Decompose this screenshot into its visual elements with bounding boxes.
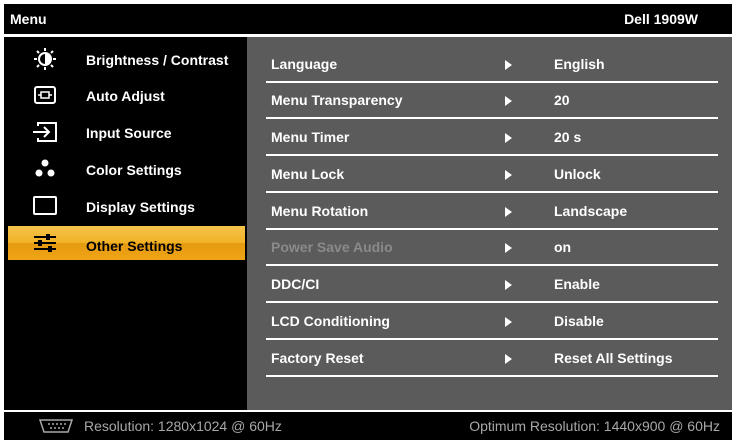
setting-value: Enable [554, 276, 600, 292]
setting-row-lcd-conditioning[interactable]: LCD Conditioning Disable [266, 304, 718, 340]
setting-name: Language [271, 56, 338, 72]
arrow-right-icon [505, 96, 512, 106]
optimum-resolution: Optimum Resolution: 1440x900 @ 60Hz [469, 418, 720, 434]
sidebar-item-auto-adjust[interactable]: Auto Adjust [4, 78, 247, 112]
setting-row-menu-transparency[interactable]: Menu Transparency 20 [266, 83, 718, 119]
other-settings-icon [32, 232, 58, 254]
monitor-osd-screen: Menu Dell 1909W Brightness / Contrast Au… [0, 0, 736, 444]
color-settings-icon [32, 158, 58, 180]
sidebar-item-label: Color Settings [86, 162, 182, 178]
setting-row-factory-reset[interactable]: Factory Reset Reset All Settings [266, 341, 718, 377]
title-bar: Menu Dell 1909W [4, 4, 732, 34]
setting-value: Disable [554, 313, 604, 329]
sidebar-item-label: Auto Adjust [86, 88, 165, 104]
sidebar-item-label: Input Source [86, 125, 172, 141]
setting-row-power-save-audio: Power Save Audio on [266, 230, 718, 266]
arrow-right-icon [505, 317, 512, 327]
arrow-right-icon [505, 280, 512, 290]
sidebar-item-label: Other Settings [86, 238, 183, 254]
status-footer: Resolution: 1280x1024 @ 60Hz Optimum Res… [4, 412, 732, 440]
monitor-model: Dell 1909W [624, 11, 698, 27]
sidebar-item-other-settings[interactable]: Other Settings [8, 226, 245, 260]
sidebar-item-brightness-contrast[interactable]: Brightness / Contrast [4, 42, 247, 76]
setting-name: Menu Transparency [271, 92, 403, 108]
sidebar-item-color-settings[interactable]: Color Settings [4, 152, 247, 186]
sidebar-item-display-settings[interactable]: Display Settings [4, 189, 247, 223]
arrow-right-icon [505, 60, 512, 70]
setting-value: on [554, 239, 572, 255]
setting-name: LCD Conditioning [271, 313, 390, 329]
sidebar-item-label: Brightness / Contrast [86, 52, 229, 68]
arrow-right-icon [505, 207, 512, 217]
setting-name: Menu Rotation [271, 203, 369, 219]
display-settings-icon [32, 195, 58, 217]
setting-value: Unlock [554, 166, 601, 182]
arrow-right-icon [505, 170, 512, 180]
vga-icon [38, 418, 74, 434]
setting-value: 20 s [554, 129, 582, 145]
settings-panel: Language English Menu Transparency 20 Me… [247, 37, 732, 410]
osd-menu: Menu Dell 1909W Brightness / Contrast Au… [4, 4, 732, 440]
setting-row-menu-lock[interactable]: Menu Lock Unlock [266, 157, 718, 193]
setting-name: DDC/CI [271, 276, 320, 292]
setting-value: Landscape [554, 203, 628, 219]
sidebar-item-label: Display Settings [86, 199, 195, 215]
brightness-icon [32, 48, 58, 70]
setting-row-language[interactable]: Language English [266, 47, 718, 83]
setting-name: Power Save Audio [271, 239, 393, 255]
setting-value: Reset All Settings [554, 350, 673, 366]
setting-name: Menu Timer [271, 129, 350, 145]
current-resolution: Resolution: 1280x1024 @ 60Hz [84, 418, 282, 434]
setting-name: Menu Lock [271, 166, 345, 182]
setting-name: Factory Reset [271, 350, 364, 366]
input-source-icon [32, 121, 58, 143]
menu-title: Menu [10, 11, 47, 27]
setting-row-ddc-ci[interactable]: DDC/CI Enable [266, 267, 718, 303]
arrow-right-icon [505, 243, 512, 253]
arrow-right-icon [505, 354, 512, 364]
sidebar-item-input-source[interactable]: Input Source [4, 115, 247, 149]
setting-row-menu-rotation[interactable]: Menu Rotation Landscape [266, 194, 718, 230]
sidebar: Brightness / Contrast Auto Adjust Input … [4, 37, 247, 410]
setting-row-menu-timer[interactable]: Menu Timer 20 s [266, 120, 718, 156]
setting-value: English [554, 56, 605, 72]
arrow-right-icon [505, 133, 512, 143]
auto-adjust-icon [32, 84, 58, 106]
setting-value: 20 [554, 92, 570, 108]
